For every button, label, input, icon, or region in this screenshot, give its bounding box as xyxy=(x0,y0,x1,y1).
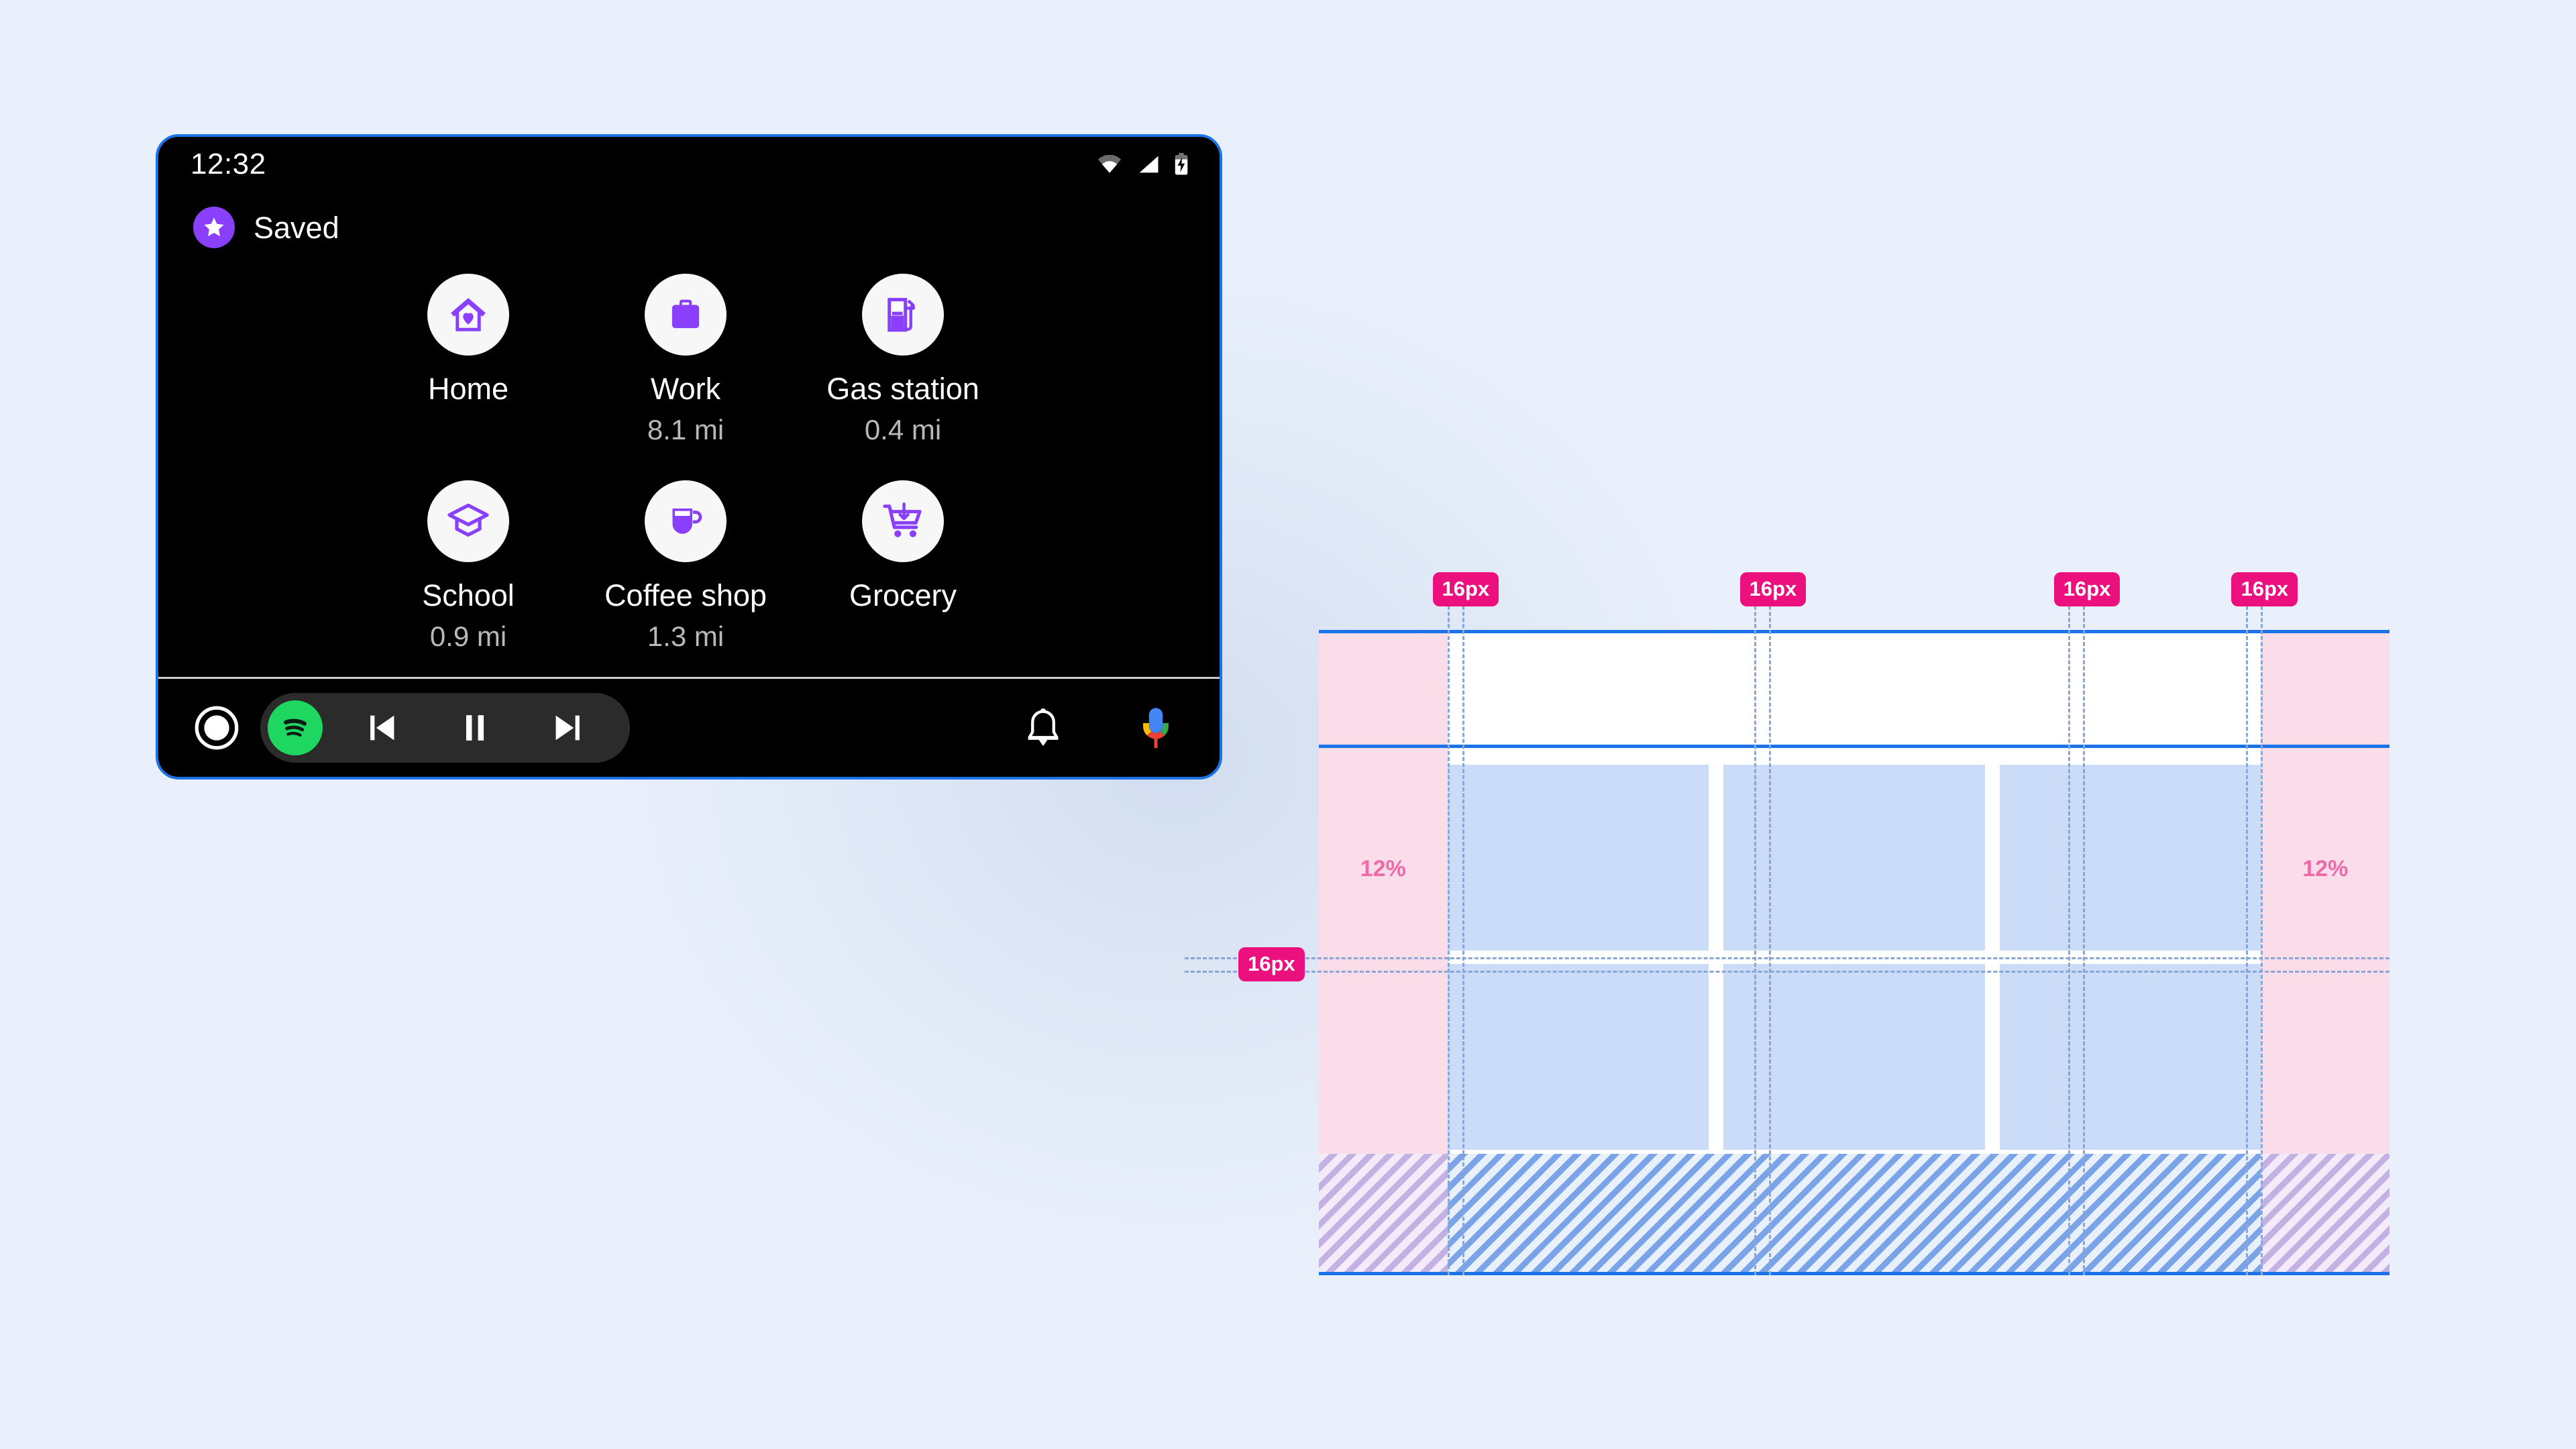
spec-cell xyxy=(1723,964,1985,1150)
cell-signal-icon xyxy=(1136,155,1159,174)
nav-bar-center-hatch xyxy=(1447,1154,2261,1272)
shopping-cart-icon xyxy=(862,480,944,562)
gutter-badge: 16px xyxy=(1432,572,1499,606)
saved-places-grid: Home Work 8.1 mi Gas station 0.4 mi Scho… xyxy=(158,256,1220,677)
nav-bar-right-margin-hatch xyxy=(2261,1154,2390,1272)
shortcut-coffee-shop[interactable]: Coffee shop 1.3 mi xyxy=(577,471,794,678)
saved-title: Saved xyxy=(254,210,339,245)
coffee-cup-icon xyxy=(645,480,727,562)
shortcut-distance: 0.4 mi xyxy=(864,414,942,446)
saved-header: Saved xyxy=(158,192,1220,256)
head-unit-device: 12:32 Saved Home Work 8.1 mi Gas station… xyxy=(156,134,1222,780)
gutter-badge: 16px xyxy=(1739,572,1807,606)
gas-pump-icon xyxy=(862,274,944,356)
shortcut-label: Home xyxy=(427,372,509,406)
bottom-nav-bar xyxy=(158,679,1220,777)
pause-icon[interactable] xyxy=(446,699,504,757)
nav-bar-left-margin-hatch xyxy=(1319,1154,1448,1272)
bell-icon[interactable] xyxy=(1017,702,1069,754)
vguide xyxy=(2246,582,2249,1275)
vguide xyxy=(1447,582,1450,1275)
battery-charging-icon xyxy=(1174,153,1189,176)
content-cells xyxy=(1447,751,2261,1154)
shortcut-distance: 8.1 mi xyxy=(647,414,724,446)
briefcase-icon xyxy=(645,274,727,356)
left-margin-label: 12% xyxy=(1360,855,1406,881)
shortcut-label: School xyxy=(422,578,515,612)
vguide xyxy=(1462,582,1464,1275)
hguide xyxy=(1185,971,2390,973)
gutter-badge: 16px xyxy=(2231,572,2298,606)
right-margin-label: 12% xyxy=(2302,855,2349,881)
status-bar: 12:32 xyxy=(158,137,1220,192)
shortcut-label: Grocery xyxy=(849,578,957,612)
shortcut-work[interactable]: Work 8.1 mi xyxy=(577,264,794,471)
vguide xyxy=(2261,582,2263,1275)
star-icon xyxy=(193,207,235,248)
graduation-cap-icon xyxy=(427,480,509,562)
home-heart-icon xyxy=(427,274,509,356)
shortcut-home[interactable]: Home xyxy=(360,264,577,471)
spec-cell xyxy=(1999,964,2261,1150)
skip-previous-icon[interactable] xyxy=(354,699,411,757)
google-assistant-mic-icon[interactable] xyxy=(1130,702,1182,754)
shortcut-label: Work xyxy=(650,372,721,406)
home-circle-icon[interactable] xyxy=(188,699,246,757)
status-bar-icons xyxy=(1097,153,1189,176)
shortcut-label: Coffee shop xyxy=(604,578,767,612)
shortcut-gas-station[interactable]: Gas station 0.4 mi xyxy=(794,264,1012,471)
row-gutter-badge: 16px xyxy=(1238,947,1305,981)
shortcut-label: Gas station xyxy=(826,372,979,406)
media-controls-pill xyxy=(260,693,630,763)
shortcut-school[interactable]: School 0.9 mi xyxy=(360,471,577,678)
spec-cell xyxy=(1447,765,1709,951)
nav-right-group xyxy=(1017,702,1182,754)
shortcut-grocery[interactable]: Grocery xyxy=(794,471,1012,678)
spec-cell xyxy=(1447,964,1709,1150)
shortcut-distance: 1.3 mi xyxy=(647,620,724,652)
gutter-badge: 16px xyxy=(2053,572,2121,606)
shortcut-distance: 0.9 mi xyxy=(429,620,507,652)
vguide xyxy=(1754,582,1756,1275)
wifi-icon xyxy=(1097,155,1122,174)
status-bar-clock: 12:32 xyxy=(191,148,266,180)
hguide xyxy=(1185,957,2390,959)
spec-cell xyxy=(1723,765,1985,951)
skip-next-icon[interactable] xyxy=(539,699,596,757)
layout-spec-diagram: 12% 12% 16px 16px 16px 16px 16px xyxy=(1185,572,2390,1275)
nav-bar-region xyxy=(1319,1154,2390,1275)
vguide xyxy=(2068,582,2070,1275)
spotify-icon[interactable] xyxy=(268,700,323,755)
vguide xyxy=(1768,582,1771,1275)
vguide xyxy=(2082,582,2085,1275)
spec-cell xyxy=(1999,765,2261,951)
